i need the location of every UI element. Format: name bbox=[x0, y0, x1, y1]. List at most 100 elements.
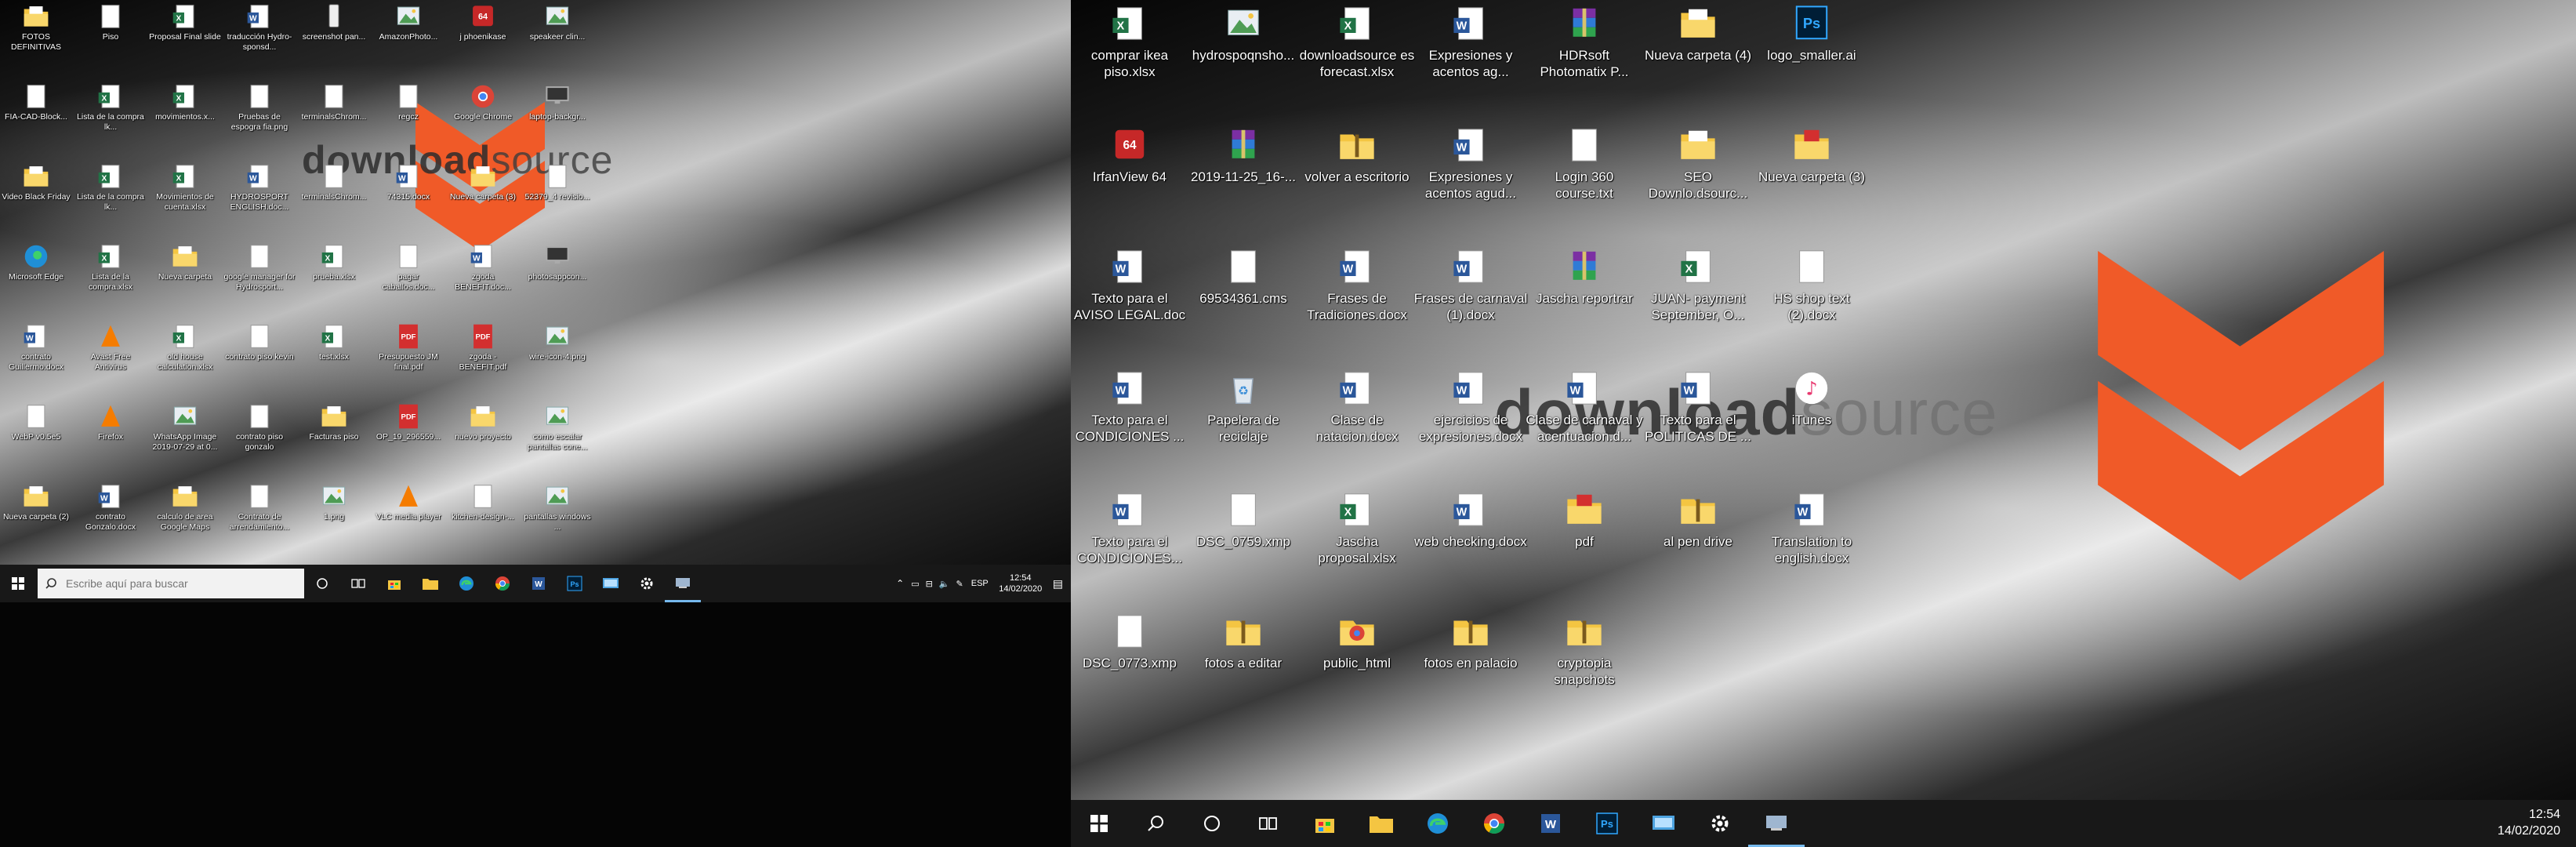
desktop-icon-cryptopia-snapchots[interactable]: cryptopia snapchots bbox=[1526, 613, 1643, 689]
taskbar-edge[interactable] bbox=[448, 565, 484, 602]
desktop-icon-pantallas-windows[interactable]: pantallas windows ... bbox=[521, 483, 593, 533]
pen-icon[interactable]: ✎ bbox=[953, 579, 967, 589]
desktop-icon-clase-de-carnaval-y-acentuacion-d[interactable]: W Clase de carnaval y acentuacion.d... bbox=[1526, 369, 1643, 445]
desktop-icon-op-19-296559[interactable]: PDF OP_19_296559... bbox=[372, 403, 444, 442]
taskbar-chrome[interactable] bbox=[484, 565, 521, 602]
desktop-icon-nueva-carpeta-2[interactable]: Nueva carpeta (2) bbox=[0, 483, 72, 522]
desktop-icon-jascha-reportrar[interactable]: Jascha reportrar bbox=[1526, 248, 1643, 307]
desktop-icon-contrato-de-arrendamiento[interactable]: Contrato de arrendamiento... bbox=[223, 483, 296, 533]
desktop-icon-j-phoenikase[interactable]: 64 j phoenikase bbox=[447, 3, 519, 42]
desktop-icon-contrato-piso-kevin[interactable]: contrato piso kevin bbox=[223, 323, 296, 362]
desktop-icon-public-html[interactable]: public_html bbox=[1298, 613, 1416, 671]
desktop-icon-calculo-de-area-google-maps[interactable]: calculo de area Google Maps bbox=[149, 483, 221, 533]
desktop-icon-dsc-0773-xmp[interactable]: DSC_0773.xmp bbox=[1071, 613, 1188, 671]
desktop-icon-speakeer-clin[interactable]: speakeer clin... bbox=[521, 3, 593, 42]
task-view-button[interactable] bbox=[340, 565, 376, 602]
search-input[interactable] bbox=[64, 576, 287, 591]
taskbar-photoshop[interactable]: Ps bbox=[557, 565, 593, 602]
desktop-icon-irfanview-64[interactable]: 64 IrfanView 64 bbox=[1071, 126, 1188, 185]
desktop-icon-zgoda-benefit-doc[interactable]: Wzgoda BENEFIT.doc... bbox=[447, 243, 519, 293]
taskbar-word[interactable]: W bbox=[521, 565, 557, 602]
desktop-icon-seo-downlo-dsourc[interactable]: SEO Downlo.dsourc... bbox=[1639, 126, 1757, 202]
taskbar-network-app[interactable] bbox=[665, 565, 701, 602]
search-box[interactable] bbox=[38, 569, 304, 598]
desktop-icon-traducci-n-hydro-sponsd[interactable]: Wtraducción Hydro-sponsd... bbox=[223, 3, 296, 53]
search-button[interactable] bbox=[1127, 800, 1184, 847]
desktop-icon-contrato-piso-gonzalo[interactable]: contrato piso gonzalo bbox=[223, 403, 296, 453]
desktop-icon-login-360-course-txt[interactable]: Login 360 course.txt bbox=[1526, 126, 1643, 202]
desktop-icon-volver-a-escritorio[interactable]: volver a escritorio bbox=[1298, 126, 1416, 185]
taskbar-photoshop[interactable]: Ps bbox=[1579, 800, 1635, 847]
desktop-icon-ejercicios-de-expresiones-docx[interactable]: Wejercicios de expresiones.docx bbox=[1412, 369, 1529, 445]
desktop-icon-old-house-calculation-xlsx[interactable]: Xold house calculation.xlsx bbox=[149, 323, 221, 373]
desktop-icon-video-black-friday[interactable]: Video Black Friday bbox=[0, 163, 72, 202]
clock[interactable]: 12:54 14/02/2020 bbox=[993, 573, 1048, 595]
desktop-icon-hydrospoqnsho[interactable]: hydrospoqnsho... bbox=[1185, 5, 1302, 64]
desktop-icon-frases-de-carnaval-1-docx[interactable]: W Frases de carnaval (1).docx bbox=[1412, 248, 1529, 324]
desktop-icon-lista-de-la-compra-lk[interactable]: X Lista de la compra lk... bbox=[74, 83, 147, 133]
desktop-icon-google-manager-for-hydrosport[interactable]: google manager for Hydrosport... bbox=[223, 243, 296, 293]
chevron-up-icon[interactable]: ⌃ bbox=[892, 578, 908, 589]
desktop-icon-contrato-guillermo-docx[interactable]: Wcontrato Guillermo.docx bbox=[0, 323, 72, 373]
taskbar-store[interactable] bbox=[1297, 800, 1353, 847]
desktop-icon-dsc-0759-xmp[interactable]: DSC_0759.xmp bbox=[1185, 491, 1302, 550]
desktop-icon-screenshot-pan[interactable]: screenshot pan... bbox=[298, 3, 370, 42]
taskbar-file-explorer[interactable] bbox=[1353, 800, 1410, 847]
desktop-icon-nueva-carpeta-3[interactable]: Nueva carpeta (3) bbox=[447, 163, 519, 202]
taskbar-settings[interactable] bbox=[629, 565, 665, 602]
desktop-icon-comprar-ikea-piso-xlsx[interactable]: Xcomprar ikea piso.xlsx bbox=[1071, 5, 1188, 81]
desktop-icon-movimientos-x[interactable]: Xmovimientos.x... bbox=[149, 83, 221, 122]
desktop-icon-nueva-carpeta-3[interactable]: Nueva carpeta (3) bbox=[1753, 126, 1870, 185]
desktop-icon-texto-para-el-condiciones[interactable]: W Texto para el CONDICIONES... bbox=[1071, 491, 1188, 567]
language-indicator[interactable]: ESP bbox=[967, 579, 993, 588]
desktop-icon-frases-de-tradiciones-docx[interactable]: W Frases de Tradiciones.docx bbox=[1298, 248, 1416, 324]
desktop-icon-nueva-carpeta-4[interactable]: Nueva carpeta (4) bbox=[1639, 5, 1757, 64]
desktop-icon-whatsapp-image-2019-07-29-at-0[interactable]: WhatsApp Image 2019-07-29 at 0... bbox=[149, 403, 221, 453]
taskbar-remote-desktop[interactable] bbox=[1635, 800, 1692, 847]
desktop-icon-wire-icon-4-png[interactable]: wire-icon-4.png bbox=[521, 323, 593, 362]
desktop-icon-webp-v0-5e5[interactable]: WebP v0.5e5 bbox=[0, 403, 72, 442]
desktop-icon-proposal-final-slide[interactable]: X Proposal Final slide bbox=[149, 3, 221, 42]
desktop-icon-expresiones-y-acentos-ag[interactable]: W Expresiones y acentos ag... bbox=[1412, 5, 1529, 81]
cortana-button[interactable] bbox=[304, 565, 340, 602]
desktop-icon-lista-de-la-compra-xlsx[interactable]: X Lista de la compra.xlsx bbox=[74, 243, 147, 293]
desktop-icon-test-xlsx[interactable]: Xtest.xlsx bbox=[298, 323, 370, 362]
desktop-icon-terminalschrom[interactable]: terminalsChrom... bbox=[298, 83, 370, 122]
desktop-icon-lista-de-la-compra-lk[interactable]: X Lista de la compra lk... bbox=[74, 163, 147, 213]
taskbar-chrome[interactable] bbox=[1466, 800, 1522, 847]
desktop-icon-74315-docx[interactable]: W 74315.docx bbox=[372, 163, 444, 202]
desktop-icon-movimientos-de-cuenta-xlsx[interactable]: X Movimientos de cuenta.xlsx bbox=[149, 163, 221, 213]
desktop-icon-facturas-piso[interactable]: Facturas piso bbox=[298, 403, 370, 442]
desktop-icon-pdf[interactable]: pdf bbox=[1526, 491, 1643, 550]
desktop-icon-google-chrome[interactable]: Google Chrome bbox=[447, 83, 519, 122]
desktop-icon-texto-para-el-aviso-legal-doc[interactable]: W Texto para el AVISO LEGAL.doc bbox=[1071, 248, 1188, 324]
taskbar-network-app[interactable] bbox=[1748, 800, 1805, 847]
taskbar-edge[interactable] bbox=[1410, 800, 1466, 847]
desktop-icon-69534361-cms[interactable]: 69534361.cms bbox=[1185, 248, 1302, 307]
notifications-icon[interactable]: ▤ bbox=[1048, 577, 1071, 591]
taskbar-store[interactable] bbox=[376, 565, 412, 602]
desktop-icon-terminalschrom[interactable]: terminalsChrom... bbox=[298, 163, 370, 202]
desktop-icon-fotos-a-editar[interactable]: fotos a editar bbox=[1185, 613, 1302, 671]
desktop-icon-nuevo-proyecto[interactable]: nuevo proyecto bbox=[447, 403, 519, 442]
desktop-icon-1-png[interactable]: 1.png bbox=[298, 483, 370, 522]
desktop-icon-pruebas-de-espogra-fia-png[interactable]: Pruebas de espogra fia.png bbox=[223, 83, 296, 133]
taskbar-remote-desktop[interactable] bbox=[593, 565, 629, 602]
desktop-icon-fia-cad-block[interactable]: FIA-CAD-Block... bbox=[0, 83, 72, 122]
desktop-icon-fotos-definitivas[interactable]: FOTOS DEFINITIVAS bbox=[0, 3, 72, 53]
desktop-icon-texto-para-el-politicas-de[interactable]: W Texto para el POLITICAS DE ... bbox=[1639, 369, 1757, 445]
desktop-icon-hs-shop-text-2-docx[interactable]: HS shop text (2).docx bbox=[1753, 248, 1870, 324]
desktop-icon-expresiones-y-acentos-agud[interactable]: W Expresiones y acentos agud... bbox=[1412, 126, 1529, 202]
desktop-icon-hydrosport-english-doc[interactable]: W HYDROSPORT ENGLISH.doc... bbox=[223, 163, 296, 213]
taskbar-word[interactable]: W bbox=[1522, 800, 1579, 847]
desktop-icon-fotos-en-palacio[interactable]: fotos en palacio bbox=[1412, 613, 1529, 671]
desktop-icon-zgoda-benefit-pdf[interactable]: PDF zgoda - BENEFIT.pdf bbox=[447, 323, 519, 373]
taskbar-settings[interactable] bbox=[1692, 800, 1748, 847]
desktop-icon-como-escalar-pantallas-cone[interactable]: como escalar pantallas cone... bbox=[521, 403, 593, 453]
desktop-icon-texto-para-el-condiciones[interactable]: W Texto para el CONDICIONES ... bbox=[1071, 369, 1188, 445]
desktop-icon-jascha-proposal-xlsx[interactable]: X Jascha proposal.xlsx bbox=[1298, 491, 1416, 567]
desktop-icon-itunes[interactable]: ♪ iTunes bbox=[1753, 369, 1870, 428]
desktop-icon-logo-smaller-ai[interactable]: Ps logo_smaller.ai bbox=[1753, 5, 1870, 64]
desktop-icon-clase-de-natacion-docx[interactable]: W Clase de natacion.docx bbox=[1298, 369, 1416, 445]
desktop-icon-nueva-carpeta[interactable]: Nueva carpeta bbox=[149, 243, 221, 282]
